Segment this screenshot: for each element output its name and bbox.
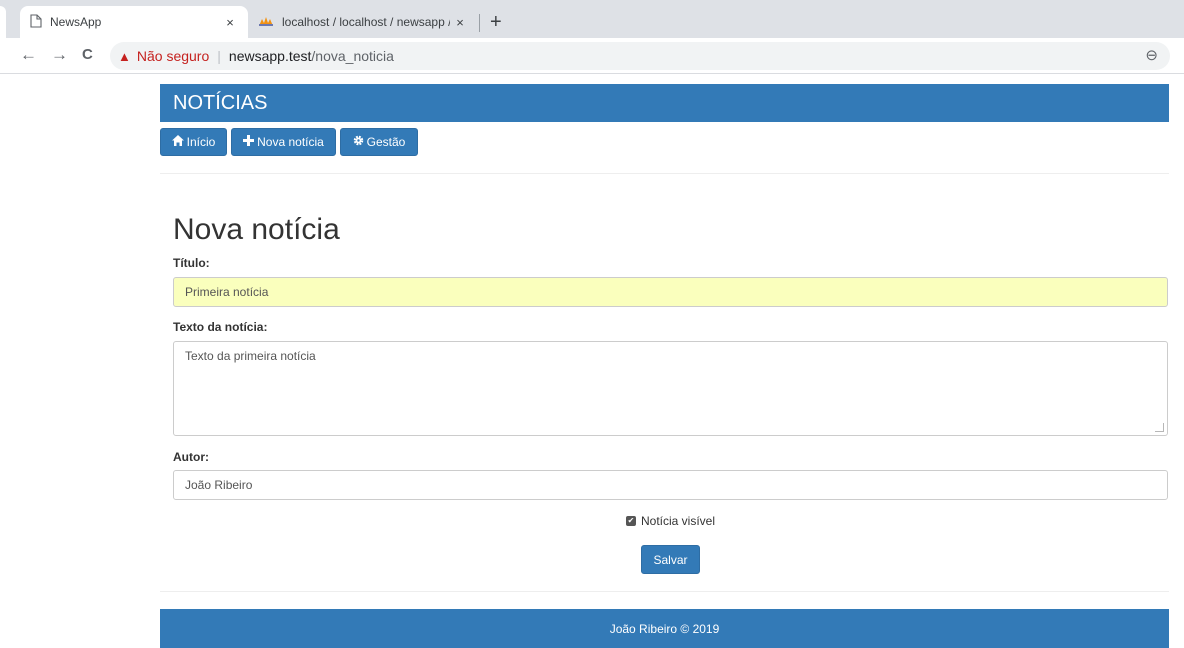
tab-phpmyadmin[interactable]: localhost / localhost / newsapp / × <box>250 6 478 38</box>
security-warning[interactable]: Não seguro <box>137 48 209 64</box>
text-label: Texto da notícia: <box>173 320 268 334</box>
tab-edge <box>0 6 6 38</box>
new-news-button[interactable]: Nova notícia <box>231 128 336 156</box>
plus-icon <box>243 135 255 149</box>
site-title: NOTÍCIAS <box>173 92 268 114</box>
save-button[interactable]: Salvar <box>641 545 700 574</box>
visible-checkbox-row: ✔ Notícia visível <box>626 514 715 528</box>
tab-newsapp[interactable]: NewsApp × <box>20 6 248 38</box>
address-bar[interactable]: ▲ Não seguro | newsapp.test /nova_notici… <box>110 42 1170 70</box>
site-footer: João Ribeiro © 2019 <box>160 609 1169 648</box>
url-host: newsapp.test <box>228 48 312 64</box>
home-button[interactable]: Início <box>160 128 227 156</box>
close-tab-icon[interactable]: × <box>220 15 240 30</box>
author-input-value: João Ribeiro <box>185 478 253 492</box>
tab-title: localhost / localhost / newsapp / <box>282 15 450 29</box>
tab-title: NewsApp <box>50 15 102 29</box>
omnibox-divider: | <box>217 48 221 64</box>
author-input[interactable]: João Ribeiro <box>173 470 1168 500</box>
tab-separator <box>479 14 480 32</box>
new-tab-button[interactable]: + <box>490 10 502 34</box>
new-news-button-label: Nova notícia <box>257 135 324 149</box>
back-button[interactable]: ← <box>20 44 37 66</box>
close-tab-icon[interactable]: × <box>450 15 470 30</box>
author-label: Autor: <box>173 450 209 464</box>
home-icon <box>171 135 184 149</box>
page-title: Nova notícia <box>173 213 340 246</box>
title-input-value: Primeira notícia <box>185 285 269 299</box>
footer-text: João Ribeiro © 2019 <box>609 621 720 636</box>
forward-button[interactable]: → <box>51 44 68 66</box>
title-label: Título: <box>173 256 210 270</box>
divider <box>160 173 1169 174</box>
gear-icon <box>353 135 364 149</box>
news-text-textarea[interactable]: Texto da primeira notícia <box>173 341 1168 436</box>
home-button-label: Início <box>186 135 216 149</box>
visible-checkbox-label[interactable]: Notícia visível <box>641 514 715 528</box>
news-text-value: Texto da primeira notícia <box>185 349 316 363</box>
reload-button[interactable]: C <box>82 44 93 66</box>
site-header: NOTÍCIAS <box>160 84 1169 122</box>
phpmyadmin-icon <box>258 15 274 30</box>
browser-toolbar: ← → C ▲ Não seguro | newsapp.test /nova_… <box>0 38 1184 74</box>
management-button-label: Gestão <box>366 135 406 149</box>
zoom-icon[interactable]: ⊖ <box>1145 46 1158 64</box>
title-input[interactable]: Primeira notícia <box>173 277 1168 307</box>
visible-checkbox[interactable]: ✔ <box>626 516 636 526</box>
management-button[interactable]: Gestão <box>340 128 418 156</box>
url-path: /nova_noticia <box>311 48 394 64</box>
divider <box>160 591 1169 592</box>
page-icon <box>30 13 42 31</box>
warning-icon: ▲ <box>118 48 131 64</box>
browser-tabstrip: NewsApp × localhost / localhost / newsap… <box>0 0 1184 38</box>
resize-handle[interactable] <box>1155 423 1164 432</box>
